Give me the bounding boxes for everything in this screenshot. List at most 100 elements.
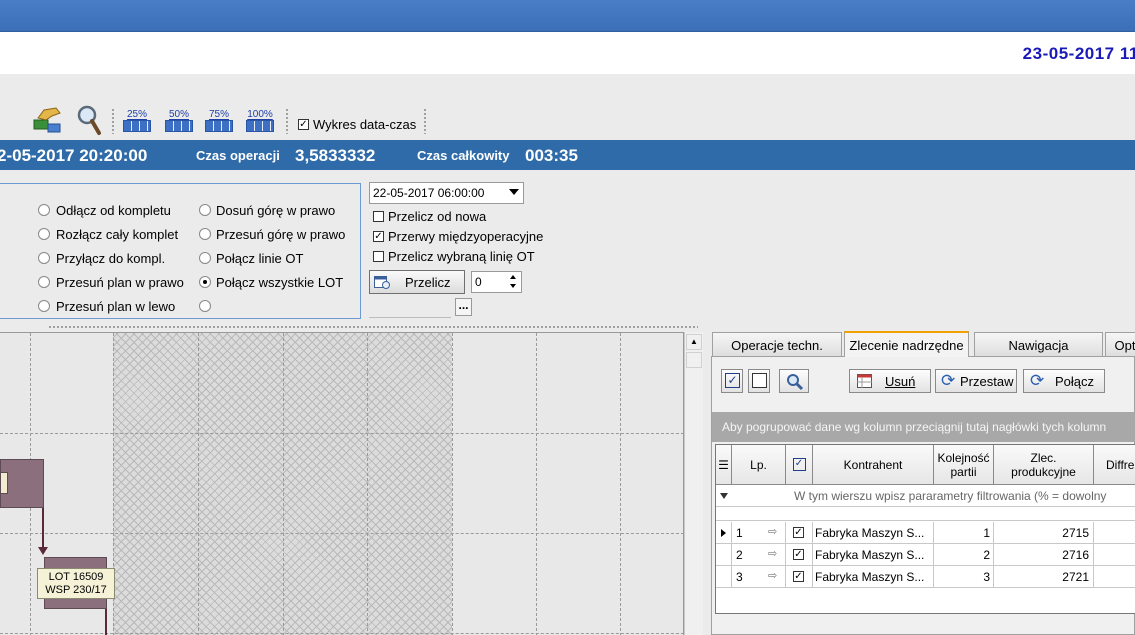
tab-operations[interactable]: Operacje techn. bbox=[712, 332, 842, 356]
chevron-down-icon bbox=[509, 189, 519, 195]
toolbar-grip bbox=[111, 108, 115, 134]
header-contractor[interactable]: Kontrahent bbox=[813, 445, 934, 485]
grid-line bbox=[452, 333, 453, 635]
table-row-order: 3 bbox=[934, 566, 994, 588]
radio-label: Połącz wszystkie LOT bbox=[216, 275, 344, 290]
check-all-button[interactable]: ✓ bbox=[721, 369, 743, 393]
task-tooltip: LOT 16509 WSP 230/17 bbox=[37, 568, 115, 599]
lot-order: WSP 230/17 bbox=[45, 584, 107, 596]
hand-move-icon[interactable] bbox=[30, 104, 64, 134]
header-batch-order[interactable]: Kolejność partii bbox=[934, 445, 994, 485]
start-date-dropdown[interactable]: 22-05-2017 06:00:00 bbox=[369, 182, 524, 204]
dependency-line bbox=[42, 508, 44, 551]
radio-join-ot-lines[interactable] bbox=[199, 252, 211, 264]
breaks-label: Przerwy międzyoperacyjne bbox=[388, 229, 544, 244]
horizontal-splitter[interactable] bbox=[0, 323, 1135, 331]
magnifier-icon[interactable] bbox=[76, 104, 102, 136]
remove-button[interactable]: Usuń bbox=[849, 369, 931, 393]
scroll-thumb[interactable] bbox=[686, 352, 702, 368]
header-lp[interactable]: Lp. bbox=[732, 445, 786, 485]
table-row-diff bbox=[1094, 522, 1135, 544]
row-select-checkbox[interactable]: ✓ bbox=[786, 566, 813, 588]
grid-line bbox=[536, 333, 537, 635]
grid-line bbox=[367, 333, 368, 635]
more-options-button[interactable]: ... bbox=[455, 298, 472, 316]
search-button[interactable] bbox=[779, 369, 809, 393]
radio-label: Przesuń plan w lewo bbox=[56, 299, 176, 314]
scroll-up-icon[interactable]: ▲ bbox=[686, 334, 702, 350]
gantt-task-bar[interactable] bbox=[0, 459, 44, 508]
radio-unlabeled[interactable] bbox=[199, 300, 211, 312]
header-select-all[interactable]: ✓ bbox=[786, 445, 813, 485]
gantt-chart-area[interactable]: LOT 16509 WSP 230/17 bbox=[0, 332, 684, 635]
group-by-drop-area[interactable]: Aby pogrupować dane wg kolumn przeciągni… bbox=[712, 412, 1135, 442]
radio-detach-from-set[interactable] bbox=[38, 204, 50, 216]
row-indicator[interactable] bbox=[716, 566, 732, 588]
spin-down-icon[interactable] bbox=[510, 284, 516, 288]
date-header: 23-05-2017 11: bbox=[0, 32, 1135, 74]
row-menu-icon[interactable]: ☰ bbox=[716, 445, 732, 485]
join-button[interactable]: ⟳ Połącz bbox=[1023, 369, 1105, 393]
table-row-order: 1 bbox=[934, 522, 994, 544]
table-row-contractor: Fabryka Maszyn S... bbox=[813, 522, 934, 544]
radio-label: Odłącz od kompletu bbox=[56, 203, 171, 218]
rearrange-label: Przestaw bbox=[960, 374, 1014, 389]
recalculate-button[interactable]: Przelicz bbox=[369, 270, 465, 294]
details-panel: Operacje techn. Zlecenie nadrzędne Nawig… bbox=[709, 331, 1135, 635]
header-production-order[interactable]: Zlec. produkcyjne bbox=[994, 445, 1094, 485]
tab-options[interactable]: Opt bbox=[1105, 332, 1135, 356]
parent-order-grid[interactable]: ☰ Lp. ✓ Kontrahent Kolejność partii Zlec… bbox=[715, 444, 1135, 614]
refresh-icon: ⟳ bbox=[941, 371, 956, 390]
op-time-label: Czas operacji bbox=[196, 148, 280, 163]
dependency-arrow-icon bbox=[38, 547, 48, 555]
radio-shift-plan-right[interactable] bbox=[38, 276, 50, 288]
row-indicator[interactable] bbox=[716, 522, 732, 544]
toolbar-grip bbox=[285, 108, 289, 134]
radio-shift-top-right[interactable] bbox=[199, 228, 211, 240]
toolbar: 25% 50% 75% 100% ✓ Wykres data-czas bbox=[0, 100, 1135, 140]
rearrange-button[interactable]: ⟳ Przestaw bbox=[935, 369, 1017, 393]
offset-value: 0 bbox=[475, 275, 482, 289]
zoom-50-button[interactable]: 50% bbox=[164, 109, 194, 132]
recalc-from-new-label: Przelicz od nowa bbox=[388, 209, 487, 224]
tab-navigation[interactable]: Nawigacja bbox=[974, 332, 1103, 356]
grid-line bbox=[0, 433, 683, 434]
window-title-bar bbox=[0, 0, 1135, 32]
radio-label: Połącz linie OT bbox=[216, 251, 304, 266]
chart-toggle-checkbox[interactable]: ✓ bbox=[298, 119, 309, 130]
spin-up-icon[interactable] bbox=[510, 275, 516, 279]
row-select-checkbox[interactable]: ✓ bbox=[786, 522, 813, 544]
radio-join-all-lot[interactable] bbox=[199, 276, 211, 288]
task-label-fragment bbox=[0, 472, 8, 494]
uncheck-all-button[interactable] bbox=[748, 369, 770, 393]
filter-hint: W tym wierszu wpisz pararametry filtrowa… bbox=[794, 489, 1107, 503]
offset-spinner[interactable]: 0 bbox=[471, 271, 522, 293]
radio-shift-plan-left[interactable] bbox=[38, 300, 50, 312]
gantt-vertical-scrollbar[interactable]: ▲ bbox=[684, 332, 703, 635]
grid-line bbox=[283, 333, 284, 635]
row-select-checkbox[interactable]: ✓ bbox=[786, 544, 813, 566]
header-diff[interactable]: Diffre bbox=[1094, 445, 1135, 485]
radio-label: Przesuń górę w prawo bbox=[216, 227, 346, 242]
radio-label: Przyłącz do kompl. bbox=[56, 251, 166, 266]
table-row-diff bbox=[1094, 544, 1135, 566]
zoom-100-button[interactable]: 100% bbox=[245, 109, 275, 132]
radio-attach-to-set[interactable] bbox=[38, 252, 50, 264]
recalc-from-new-checkbox[interactable] bbox=[373, 211, 384, 222]
operation-mode-group: Odłącz od kompletu Rozłącz cały komplet … bbox=[0, 183, 361, 319]
checked-box-icon: ✓ bbox=[792, 458, 806, 471]
row-indicator[interactable] bbox=[716, 544, 732, 566]
zoom-75-button[interactable]: 75% bbox=[204, 109, 234, 132]
search-icon bbox=[787, 374, 804, 391]
options-divider bbox=[369, 317, 451, 318]
breaks-checkbox[interactable]: ✓ bbox=[373, 231, 384, 242]
tab-parent-order[interactable]: Zlecenie nadrzędne bbox=[844, 331, 969, 357]
radio-split-whole-set[interactable] bbox=[38, 228, 50, 240]
zoom-25-button[interactable]: 25% bbox=[122, 109, 152, 132]
radio-label: Dosuń górę w prawo bbox=[216, 203, 336, 218]
filter-row[interactable]: W tym wierszu wpisz pararametry filtrowa… bbox=[716, 485, 1135, 507]
grid-line bbox=[0, 533, 683, 534]
current-datetime: 23-05-2017 11: bbox=[1022, 44, 1135, 63]
radio-push-top-right[interactable] bbox=[199, 204, 211, 216]
recalc-line-checkbox[interactable] bbox=[373, 251, 384, 262]
